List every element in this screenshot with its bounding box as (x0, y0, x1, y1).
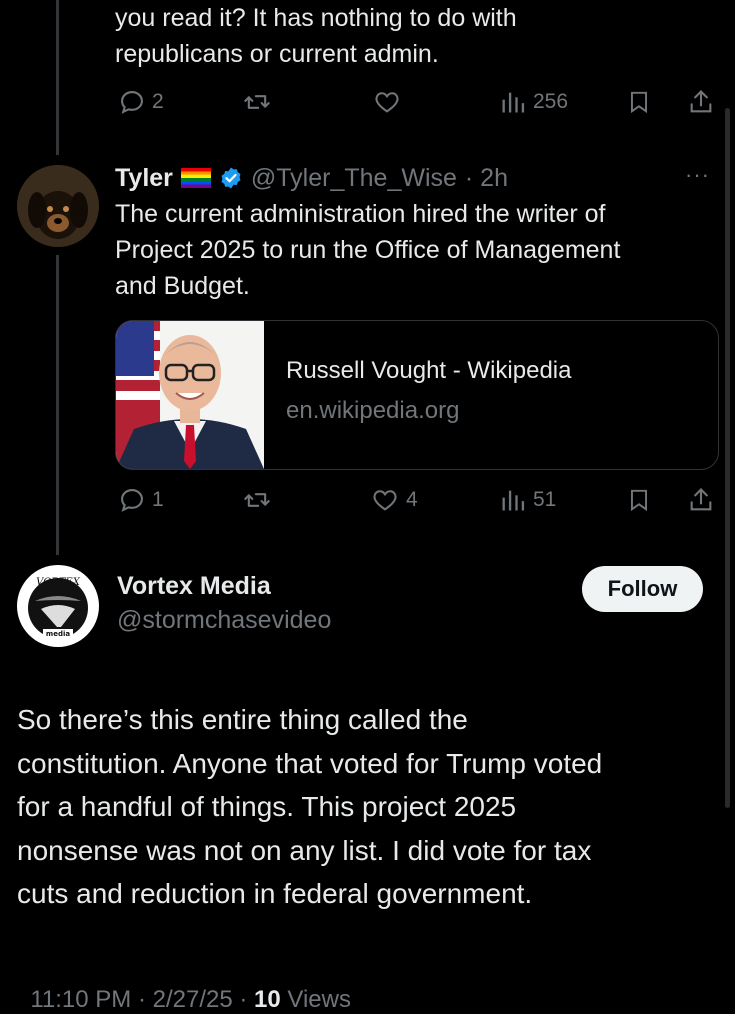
rainbow-flag-icon (180, 168, 211, 188)
bookmark-icon (630, 489, 648, 512)
vortex-logo-text: VORTEX (36, 577, 81, 588)
share-icon (690, 90, 712, 113)
like-button[interactable]: 4 (370, 486, 418, 514)
main-text-line-4: nonsense was not on any list. I did vote… (17, 834, 592, 866)
views-count: 51 (533, 488, 557, 511)
views-icon (502, 490, 525, 511)
vortex-display-name[interactable]: Vortex Media (117, 572, 271, 601)
retweet-icon (244, 95, 270, 109)
views-count: 256 (533, 90, 569, 113)
dog-avatar-image (17, 165, 99, 247)
link-card-image (116, 321, 264, 469)
prev-tweet-text-line-1: you read it? It has nothing to do with (115, 4, 517, 32)
reply-button[interactable]: 1 (118, 486, 164, 514)
verified-badge-icon (221, 167, 241, 189)
views-button[interactable]: 51 (499, 486, 556, 514)
avatar-tyler[interactable] (17, 165, 99, 247)
tyler-text-line-1: The current administration hired the wri… (115, 200, 606, 228)
reply-button[interactable]: 2 (118, 88, 164, 116)
bookmark-button[interactable] (626, 88, 652, 116)
avatar-vortex-media[interactable]: VORTEX media (17, 565, 99, 647)
bookmark-icon (630, 91, 648, 114)
tyler-header: Tyler @Tyler_The_Wise · 2h (115, 160, 508, 196)
vortex-handle[interactable]: @stormchasevideo (117, 606, 331, 635)
like-button[interactable] (372, 88, 402, 116)
vortex-logo-icon: VORTEX media (18, 566, 98, 646)
main-text-line-5: cuts and reduction in federal government… (17, 878, 533, 909)
link-card-title: Russell Vought - Wikipedia (286, 357, 572, 384)
scrollbar[interactable] (725, 108, 730, 808)
reply-count: 1 (152, 488, 164, 511)
reply-icon (121, 489, 143, 512)
share-icon (690, 488, 712, 511)
main-text-line-3: for a handful of things. This project 20… (17, 791, 517, 822)
tyler-timestamp[interactable]: · 2h (465, 164, 508, 193)
tyler-text-line-2: Project 2025 to run the Office of Manage… (115, 236, 621, 264)
main-tweet-text: So there’s this entire thing called the … (17, 698, 602, 916)
retweet-button[interactable] (242, 88, 272, 116)
retweet-icon (244, 493, 270, 507)
vortex-logo-subtext: media (46, 630, 70, 638)
more-options-icon[interactable]: ··· (685, 162, 710, 188)
follow-button[interactable]: Follow (582, 566, 703, 612)
heart-icon (373, 490, 397, 511)
retweet-button[interactable] (242, 486, 272, 514)
main-text-line-1: So there’s this entire thing called the (17, 704, 468, 735)
tyler-text-line-3: and Budget. (115, 272, 250, 300)
main-text-line-2: constitution. Anyone that voted for Trum… (17, 747, 603, 779)
reply-count: 2 (152, 90, 164, 113)
bookmark-button[interactable] (626, 486, 652, 514)
reply-icon (121, 91, 143, 114)
tyler-handle[interactable]: @Tyler_The_Wise (251, 164, 457, 193)
share-button[interactable] (687, 88, 715, 116)
tyler-display-name[interactable]: Tyler (115, 164, 173, 193)
share-button[interactable] (687, 486, 715, 514)
like-count: 4 (406, 488, 418, 511)
link-card[interactable]: Russell Vought - Wikipedia en.wikipedia.… (115, 320, 719, 470)
thread-line-top (56, 0, 59, 155)
tweet-meta: 11:10 PM · 2/27/25 · 10 Views (17, 958, 351, 1014)
prev-tweet-text-line-2: republicans or current admin. (115, 40, 439, 68)
heart-icon (375, 92, 399, 113)
views-icon (502, 92, 525, 113)
thread-line-middle (56, 255, 59, 555)
link-card-domain: en.wikipedia.org (286, 397, 460, 424)
views-button[interactable]: 256 (499, 88, 568, 116)
